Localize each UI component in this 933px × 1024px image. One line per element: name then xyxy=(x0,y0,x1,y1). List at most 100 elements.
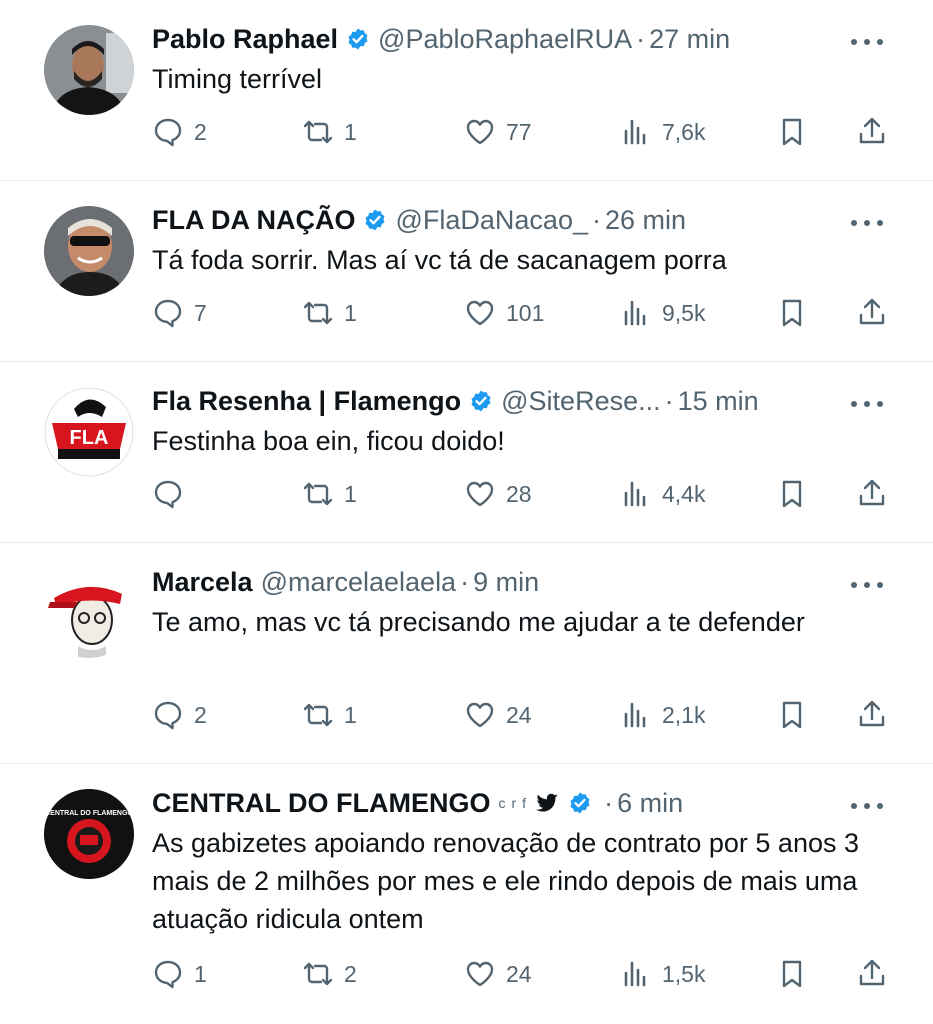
more-icon[interactable] xyxy=(849,396,885,407)
separator-dot: · xyxy=(604,788,614,818)
timestamp[interactable]: 6 min xyxy=(617,786,683,820)
views-button[interactable]: 9,5k xyxy=(620,293,705,333)
action-bar: 1 28 4,4k xyxy=(152,474,892,514)
author-name[interactable]: Pablo Raphael xyxy=(152,22,338,56)
bird-icon xyxy=(534,791,560,815)
retweet-count: 1 xyxy=(344,299,357,326)
timestamp[interactable]: 15 min xyxy=(678,384,759,418)
action-bar: 1 2 24 1,5k xyxy=(152,954,892,994)
reply-button[interactable]: 1 xyxy=(152,954,207,994)
like-count: 101 xyxy=(506,299,545,326)
views-count: 7,6k xyxy=(662,118,706,145)
verified-icon xyxy=(469,389,493,413)
avatar[interactable] xyxy=(44,25,134,115)
retweet-count: 1 xyxy=(344,480,357,507)
author-name[interactable]: Marcela xyxy=(152,565,253,599)
retweet-button[interactable]: 1 xyxy=(302,474,357,514)
avatar[interactable]: FLA xyxy=(44,387,134,477)
tweet[interactable]: Marcela @marcelaelaela · 9 min Te amo, m… xyxy=(0,543,933,763)
central-logo-text: CENTRAL DO FLAMENGO xyxy=(45,810,133,817)
reply-button[interactable]: 2 xyxy=(152,112,207,152)
bookmark-icon[interactable] xyxy=(776,695,808,735)
timestamp[interactable]: 9 min xyxy=(473,565,539,599)
author-handle[interactable]: @SiteRese... xyxy=(501,384,660,418)
bookmark-icon[interactable] xyxy=(776,293,808,333)
reply-icon xyxy=(154,118,182,147)
retweet-count: 1 xyxy=(344,118,357,145)
like-button[interactable]: 101 xyxy=(464,293,544,333)
share-icon[interactable] xyxy=(856,293,888,333)
views-icon xyxy=(624,300,646,326)
author-handle[interactable]: @marcelaelaela xyxy=(261,565,457,599)
like-button[interactable]: 24 xyxy=(464,954,532,994)
views-count: 1,5k xyxy=(662,960,706,987)
retweet-button[interactable]: 1 xyxy=(302,695,357,735)
avatar[interactable]: CENTRAL DO FLAMENGO xyxy=(44,789,134,879)
more-icon[interactable] xyxy=(849,34,885,45)
timestamp[interactable]: 27 min xyxy=(649,22,730,56)
separator-dot: · xyxy=(591,205,601,235)
reply-icon xyxy=(154,960,182,989)
reply-count: 2 xyxy=(194,701,207,728)
retweet-icon xyxy=(303,703,333,727)
reply-button[interactable]: 2 xyxy=(152,695,207,735)
like-icon xyxy=(466,119,494,145)
views-button[interactable]: 7,6k xyxy=(620,112,705,152)
like-icon xyxy=(466,300,494,326)
tweet[interactable]: FLA DA NAÇÃO @FlaDaNacao_ · 26 min Tá fo… xyxy=(0,181,933,361)
more-icon[interactable] xyxy=(849,215,885,226)
retweet-count: 2 xyxy=(344,960,357,987)
views-button[interactable]: 4,4k xyxy=(620,474,705,514)
share-icon[interactable] xyxy=(856,112,888,152)
author-handle[interactable]: @FlaDaNacao_ xyxy=(395,203,588,237)
author-name[interactable]: FLA DA NAÇÃO xyxy=(152,203,355,237)
share-icon[interactable] xyxy=(856,474,888,514)
separator-dot: · xyxy=(636,24,646,54)
avatar[interactable] xyxy=(44,206,134,296)
more-icon[interactable] xyxy=(849,577,885,588)
tweet-text: Te amo, mas vc tá precisando me ajudar a… xyxy=(152,607,805,637)
retweet-icon xyxy=(303,482,333,506)
like-icon xyxy=(466,702,494,728)
like-count: 24 xyxy=(506,960,532,987)
author-handle[interactable]: @PabloRaphaelRUA xyxy=(378,22,632,56)
tweet[interactable]: FLA Fla Resenha | Flamengo @SiteRese... … xyxy=(0,362,933,542)
reply-feed: Pablo Raphael @PabloRaphaelRUA · 27 min … xyxy=(0,0,933,1024)
timestamp[interactable]: 26 min xyxy=(605,203,686,237)
author-name[interactable]: CENTRAL DO FLAMENGO xyxy=(152,786,491,820)
bookmark-icon[interactable] xyxy=(776,112,808,152)
reply-button[interactable] xyxy=(152,474,194,514)
reply-count: 2 xyxy=(194,118,207,145)
views-icon xyxy=(624,702,646,728)
tweet-text: Tá foda sorrir. Mas aí vc tá de sacanage… xyxy=(152,245,727,275)
name-extra: crf xyxy=(498,795,533,811)
share-icon[interactable] xyxy=(856,954,888,994)
fla-logo-text: FLA xyxy=(70,427,109,449)
like-button[interactable]: 77 xyxy=(464,112,532,152)
bookmark-icon[interactable] xyxy=(776,474,808,514)
avatar[interactable] xyxy=(44,568,134,658)
bookmark-icon[interactable] xyxy=(776,954,808,994)
more-icon[interactable] xyxy=(849,798,885,809)
like-button[interactable]: 28 xyxy=(464,474,532,514)
retweet-button[interactable]: 2 xyxy=(302,954,357,994)
reply-icon xyxy=(154,299,182,328)
tweet[interactable]: Pablo Raphael @PabloRaphaelRUA · 27 min … xyxy=(0,0,933,180)
reply-count: 1 xyxy=(194,960,207,987)
action-bar: 7 1 101 9,5k xyxy=(152,293,892,333)
tweet[interactable]: CENTRAL DO FLAMENGO CENTRAL DO FLAMENGO … xyxy=(0,764,933,1024)
retweet-button[interactable]: 1 xyxy=(302,112,357,152)
retweet-button[interactable]: 1 xyxy=(302,293,357,333)
tweet-text: As gabizetes apoiando renovação de contr… xyxy=(152,828,859,934)
views-button[interactable]: 1,5k xyxy=(620,954,705,994)
like-count: 28 xyxy=(506,480,532,507)
reply-button[interactable]: 7 xyxy=(152,293,207,333)
author-name[interactable]: Fla Resenha | Flamengo xyxy=(152,384,461,418)
views-icon xyxy=(624,481,646,507)
like-button[interactable]: 24 xyxy=(464,695,532,735)
retweet-icon xyxy=(303,120,333,144)
retweet-icon xyxy=(303,301,333,325)
views-button[interactable]: 2,1k xyxy=(620,695,705,735)
share-icon[interactable] xyxy=(856,695,888,735)
separator-dot: · xyxy=(460,567,470,597)
